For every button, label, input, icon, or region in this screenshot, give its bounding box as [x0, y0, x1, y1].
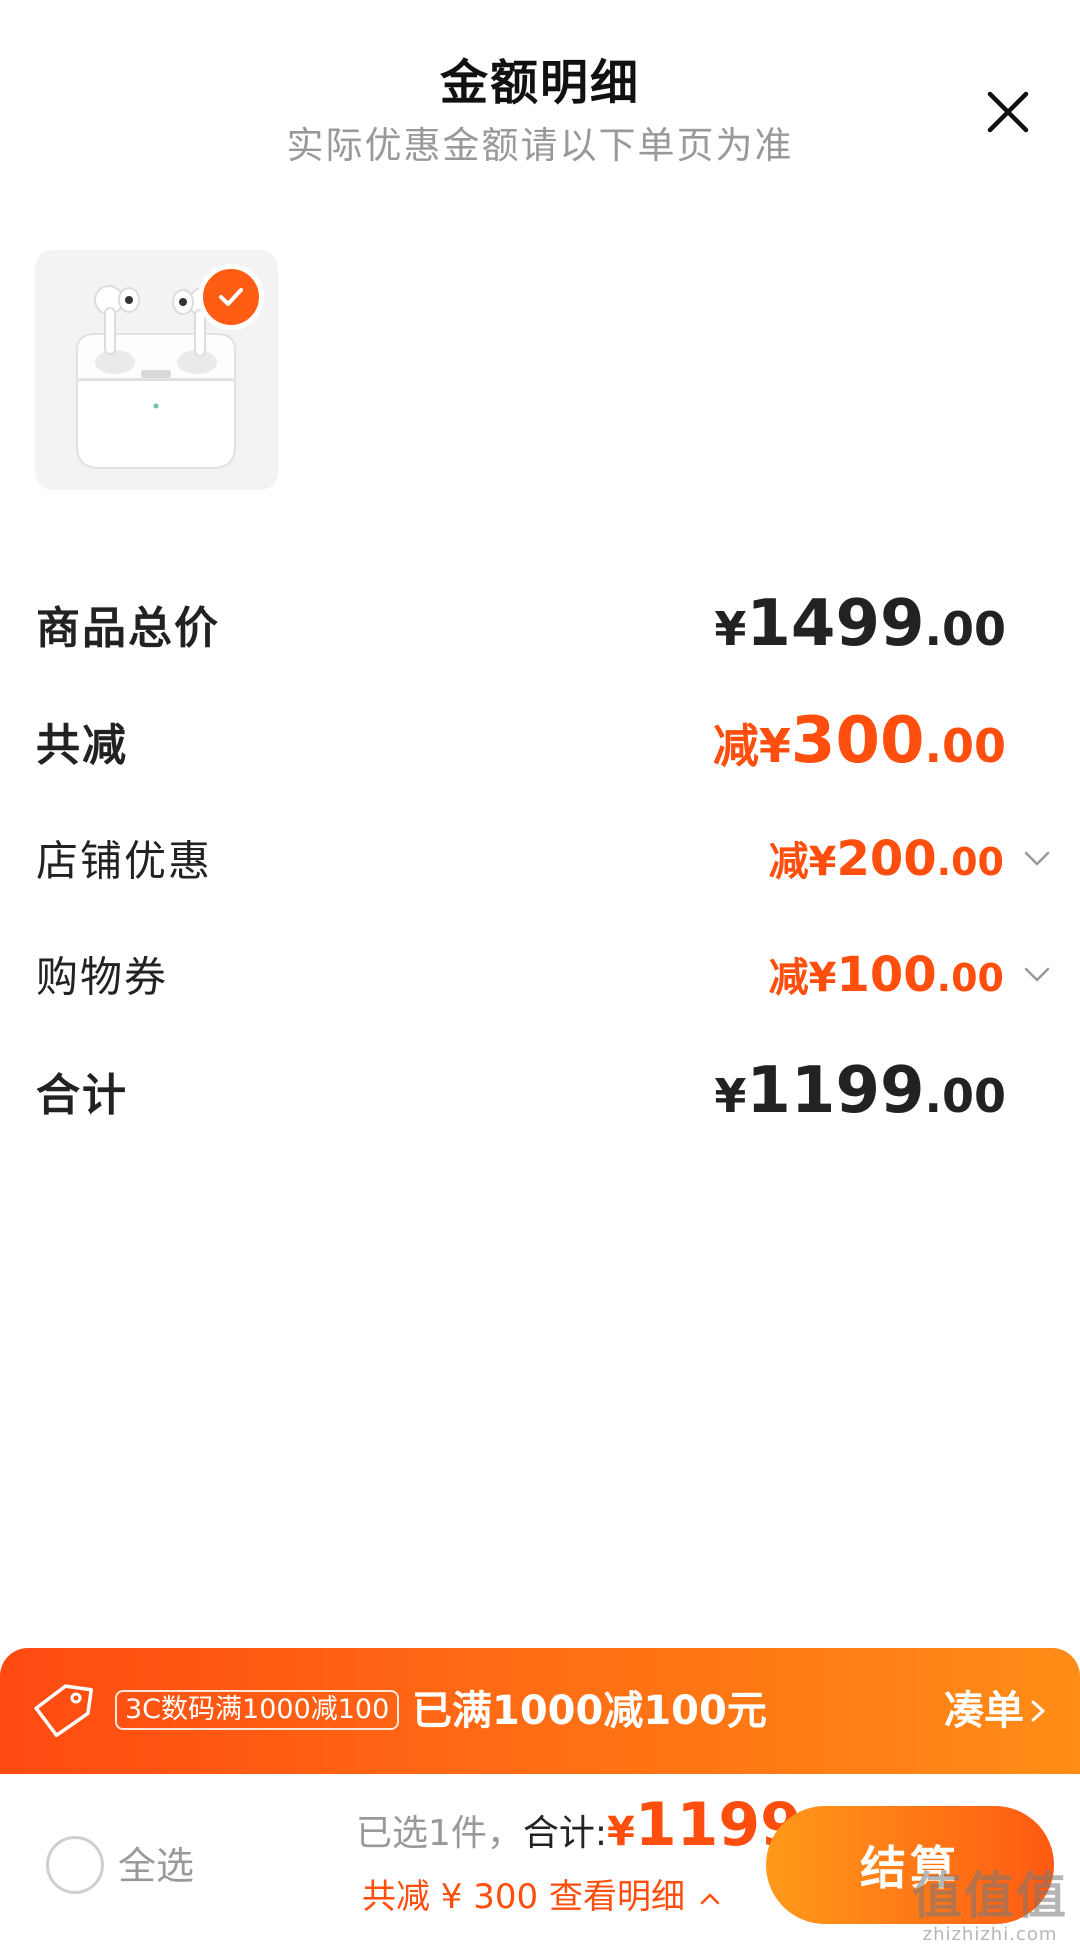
coupon-value: 减¥100.00 — [768, 947, 1004, 1003]
add-items-button[interactable]: 凑单 — [944, 1678, 1052, 1744]
bottom-bar: 全选 已选1件，合计:¥1199 共减 ¥ 300 查看明细 结算 值值值 zh… — [0, 1774, 1080, 1956]
chevron-right-icon — [1031, 1700, 1045, 1722]
total-discount-label: 共减 — [36, 720, 128, 771]
close-icon[interactable] — [982, 86, 1034, 138]
watermark: 值值值 zhizhizhi.com — [912, 1868, 1068, 1946]
total-discount-value: 减¥300.00 — [712, 704, 1006, 778]
subtotal-label: 合计 — [36, 1070, 128, 1121]
row-shop-discount[interactable]: 店铺优惠 减¥200.00 — [36, 818, 1050, 898]
row-total-price: 商品总价 ¥1499.00 — [36, 584, 1046, 664]
sheet-subtitle: 实际优惠金额请以下单页为准 — [286, 124, 794, 167]
total-price-value: ¥1499.00 — [714, 587, 1006, 661]
chevron-down-icon[interactable] — [1020, 841, 1054, 875]
price-tag-icon — [34, 1684, 93, 1738]
subtotal-value: ¥1199.00 — [714, 1054, 1006, 1128]
select-all-radio[interactable] — [46, 1836, 104, 1894]
shop-discount-value: 减¥200.00 — [768, 831, 1004, 887]
row-total-discount: 共减 减¥300.00 — [36, 701, 1046, 781]
row-coupon[interactable]: 购物券 减¥100.00 — [36, 934, 1050, 1014]
watermark-url: zhizhizhi.com — [922, 1924, 1058, 1945]
select-all-label[interactable]: 全选 — [118, 1840, 194, 1892]
total-label: 合计: — [522, 1813, 608, 1854]
promo-chip: 3C数码满1000减100 — [115, 1690, 400, 1730]
selection-summary: 已选1件，合计:¥1199 — [356, 1790, 802, 1875]
promo-banner: 3C数码满1000减100 已满1000减100元 凑单 — [0, 1648, 1080, 1774]
shop-discount-label: 店铺优惠 — [36, 836, 213, 886]
total-currency: ¥ — [607, 1809, 635, 1855]
sheet-title: 金额明细 — [439, 55, 640, 111]
chevron-down-icon[interactable] — [1020, 957, 1054, 991]
promo-message: 已满1000减100元 — [412, 1688, 767, 1734]
add-items-label: 凑单 — [944, 1688, 1024, 1734]
selected-count: 已选1件， — [356, 1813, 523, 1854]
chevron-up-icon — [700, 1893, 720, 1904]
row-subtotal: 合计 ¥1199.00 — [36, 1051, 1046, 1131]
coupon-label: 购物券 — [36, 952, 169, 1002]
discount-summary: 共减 ¥ 300 查看明细 — [362, 1877, 685, 1917]
total-price-label: 商品总价 — [36, 603, 220, 654]
amount-detail-sheet: 金额明细 实际优惠金额请以下单页为准 商品总价 ¥1499.00 共减 减¥30… — [0, 0, 1080, 1956]
selected-check-icon[interactable] — [198, 264, 264, 330]
sheet-header: 金额明细 实际优惠金额请以下单页为准 — [0, 48, 1080, 174]
view-details-link[interactable]: 共减 ¥ 300 查看明细 — [362, 1872, 724, 1922]
watermark-logo: 值值值 — [912, 1867, 1068, 1925]
